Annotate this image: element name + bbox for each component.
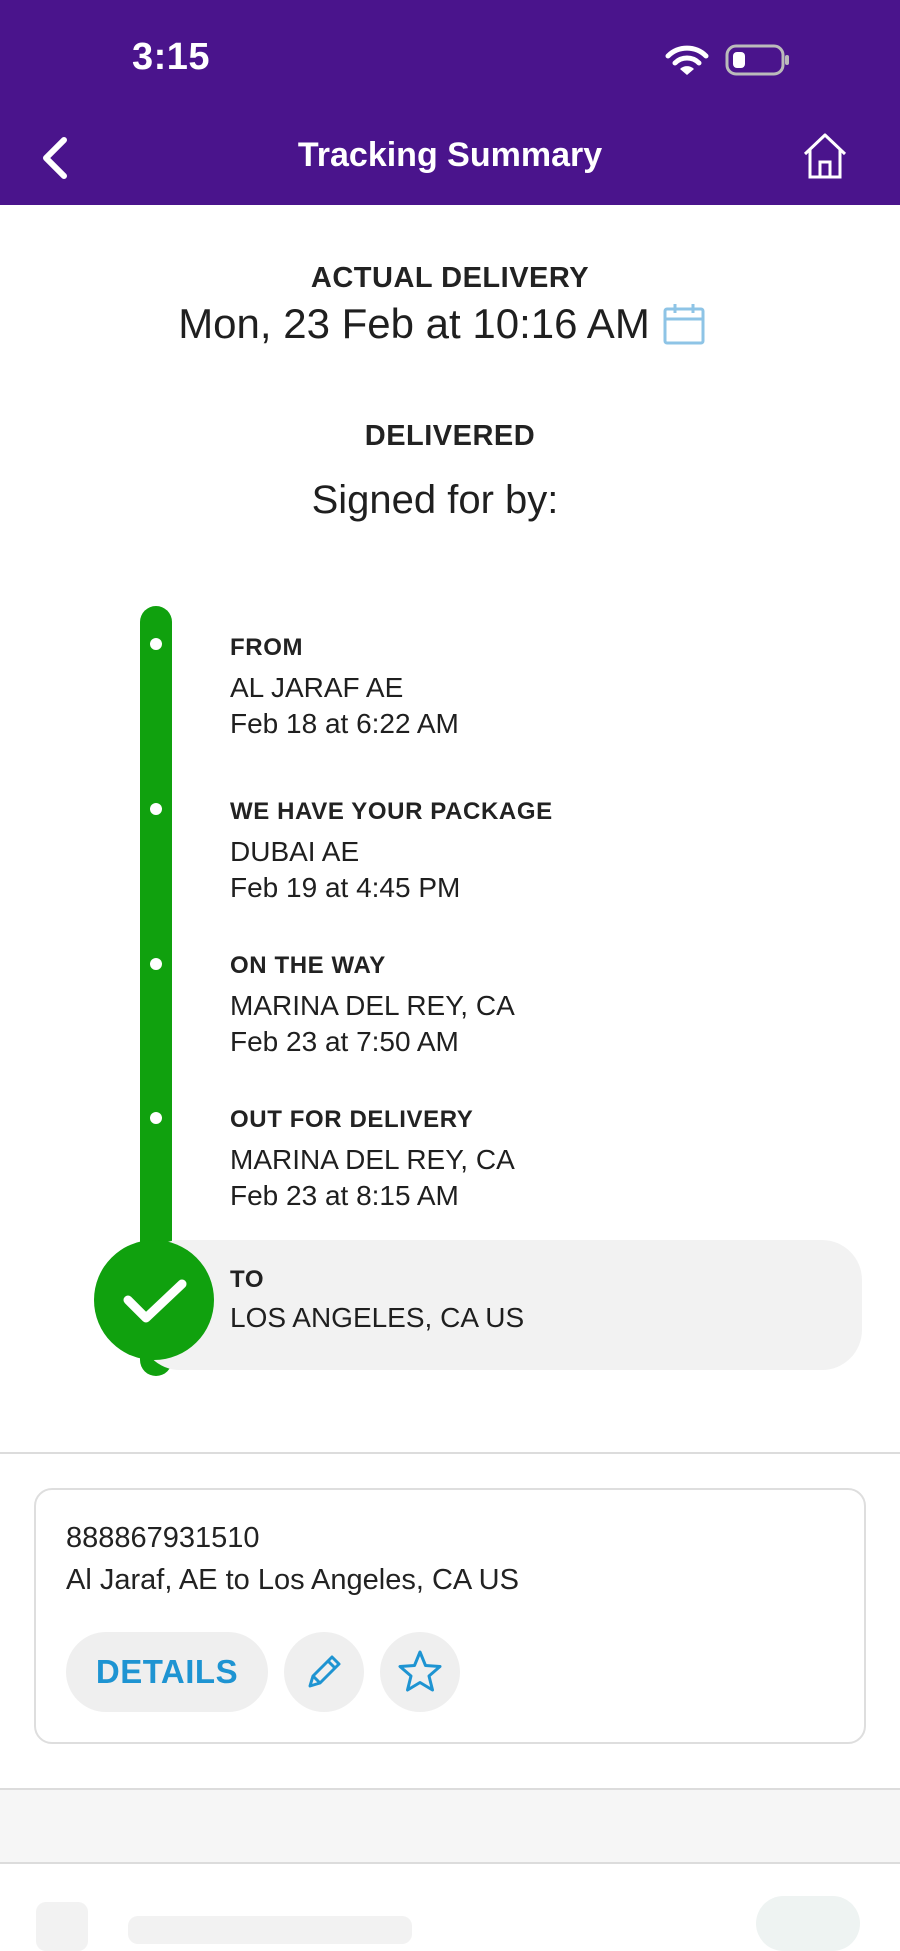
- step-time: Feb 18 at 6:22 AM: [230, 708, 459, 739]
- step-time: Feb 23 at 7:50 AM: [230, 1026, 459, 1057]
- step-location: MARINA DEL REY, CA: [230, 1144, 515, 1175]
- timeline-step-on-the-way: ON THE WAY MARINA DEL REY, CA Feb 23 at …: [230, 952, 515, 1060]
- step-title: FROM: [230, 634, 304, 661]
- status-time: 3:15: [132, 36, 211, 78]
- app-header: 3:15 Tracking Summary: [0, 0, 900, 205]
- delivered-badge: [94, 1240, 214, 1360]
- placeholder-text: [128, 1916, 412, 1944]
- actual-delivery-label: ACTUAL DELIVERY: [310, 262, 590, 294]
- edit-button[interactable]: [284, 1632, 364, 1712]
- step-location: AL JARAF AE: [230, 672, 404, 703]
- home-icon[interactable]: [800, 130, 850, 182]
- details-button[interactable]: DETAILS: [66, 1632, 268, 1712]
- step-title: TO: [230, 1266, 265, 1293]
- package-route: Al Jaraf, AE to Los Angeles, CA US: [66, 1564, 519, 1596]
- signed-for-text: Signed for by:: [311, 478, 559, 522]
- timeline-dot: [150, 638, 162, 650]
- checkmark-icon: [123, 1279, 187, 1323]
- step-time: Feb 23 at 8:15 AM: [230, 1180, 459, 1211]
- step-location: LOS ANGELES, CA US: [230, 1302, 525, 1333]
- wifi-icon: [665, 45, 709, 75]
- battery-icon: [725, 44, 789, 76]
- placeholder-button: [756, 1896, 860, 1951]
- step-time: Feb 19 at 4:45 PM: [230, 872, 461, 903]
- step-title: WE HAVE YOUR PACKAGE: [230, 798, 553, 825]
- step-title: OUT FOR DELIVERY: [230, 1106, 474, 1133]
- timeline-dot: [150, 803, 162, 815]
- section-spacer: [0, 1790, 900, 1862]
- pencil-icon: [308, 1655, 341, 1688]
- calendar-icon[interactable]: [662, 302, 706, 346]
- section-divider: [0, 1452, 900, 1454]
- page-title: Tracking Summary: [297, 136, 603, 174]
- timeline-dot: [150, 958, 162, 970]
- placeholder-icon: [36, 1902, 88, 1951]
- delivery-date: Mon, 23 Feb at 10:16 AM: [178, 300, 650, 347]
- step-location: MARINA DEL REY, CA: [230, 990, 515, 1021]
- step-location: DUBAI AE: [230, 836, 360, 867]
- star-icon: [398, 1650, 442, 1692]
- delivery-status: DELIVERED: [364, 420, 536, 452]
- favorite-button[interactable]: [380, 1632, 460, 1712]
- timeline-dot: [150, 1112, 162, 1124]
- timeline-step-from: FROM AL JARAF AE Feb 18 at 6:22 AM: [230, 634, 459, 742]
- timeline-step-to: TO LOS ANGELES, CA US: [230, 1266, 524, 1336]
- timeline-step-out-for-delivery: OUT FOR DELIVERY MARINA DEL REY, CA Feb …: [230, 1106, 515, 1214]
- step-title: ON THE WAY: [230, 952, 386, 979]
- section-divider: [0, 1862, 900, 1864]
- timeline-step-picked-up: WE HAVE YOUR PACKAGE DUBAI AE Feb 19 at …: [230, 798, 553, 906]
- tracking-number: 888867931510: [66, 1522, 260, 1554]
